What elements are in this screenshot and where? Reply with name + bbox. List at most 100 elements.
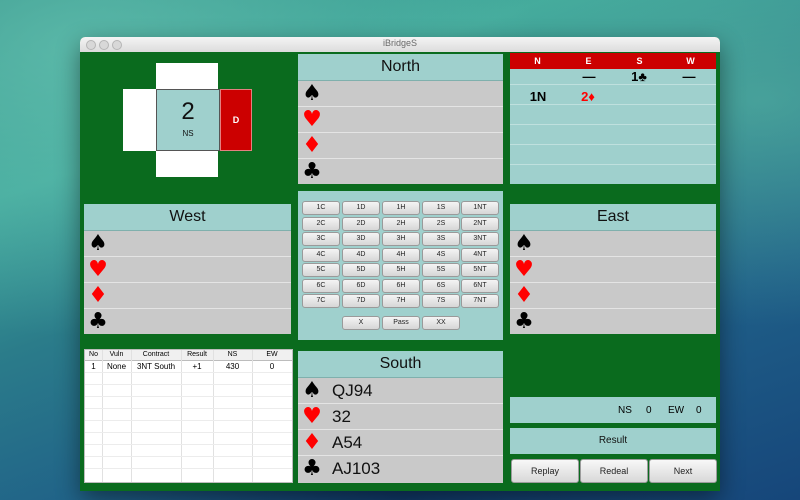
bid-button-1nt[interactable]: 1NT bbox=[461, 201, 499, 215]
heart-icon: ♥ bbox=[302, 107, 322, 132]
bid-button-5d[interactable]: 5D bbox=[342, 263, 380, 277]
board-number: 2 bbox=[181, 98, 195, 125]
bid-button-6nt[interactable]: 6NT bbox=[461, 278, 499, 293]
bid-button-2nt[interactable]: 2NT bbox=[461, 216, 499, 231]
bid-button-3s[interactable]: 3S bbox=[422, 232, 460, 246]
club-icon: ♣ bbox=[514, 309, 534, 334]
bid-button-6h[interactable]: 6H bbox=[382, 278, 420, 293]
score-col-header[interactable]: Result bbox=[181, 351, 213, 358]
club-icon: ♣ bbox=[302, 159, 322, 184]
replay-button[interactable]: Replay bbox=[511, 459, 579, 483]
bid-button-3c[interactable]: 3C bbox=[302, 232, 340, 246]
table-gridline bbox=[85, 456, 292, 457]
bid-button-1c[interactable]: 1C bbox=[302, 201, 340, 215]
bid-button-3h[interactable]: 3H bbox=[382, 232, 420, 246]
ns-score-label: NS bbox=[618, 405, 632, 416]
vulnerability-label: NS bbox=[182, 129, 194, 138]
table-gridline bbox=[85, 408, 292, 409]
heart-icon: ♥ bbox=[88, 257, 108, 282]
score-col-header[interactable]: Vuln bbox=[102, 351, 131, 358]
bid-button-7h[interactable]: 7H bbox=[382, 294, 420, 308]
table-gridline bbox=[85, 396, 292, 397]
bid-button-6d[interactable]: 6D bbox=[342, 278, 380, 293]
bid-button-2s[interactable]: 2S bbox=[422, 216, 460, 231]
bid-button-5s[interactable]: 5S bbox=[422, 263, 460, 277]
redouble-button[interactable]: XX bbox=[422, 316, 460, 330]
double-button[interactable]: X bbox=[342, 316, 380, 330]
bid-button-2d[interactable]: 2D bbox=[342, 216, 380, 231]
auction-bid: — bbox=[582, 69, 596, 84]
bid-button-2h[interactable]: 2H bbox=[382, 216, 420, 231]
bid-button-5c[interactable]: 5C bbox=[302, 263, 340, 277]
south-hearts-cards[interactable]: 32 bbox=[332, 404, 351, 429]
title-bar[interactable]: iBridgeS bbox=[80, 37, 720, 53]
west-seat-marker bbox=[123, 89, 156, 151]
result-label: Result bbox=[510, 428, 716, 454]
table-cell: 0 bbox=[269, 362, 275, 371]
pass-button[interactable]: Pass bbox=[382, 316, 420, 330]
next-button[interactable]: Next bbox=[649, 459, 717, 483]
south-diamonds-cards[interactable]: A54 bbox=[332, 430, 362, 455]
bid-button-7nt[interactable]: 7NT bbox=[461, 294, 499, 308]
bid-button-5nt[interactable]: 5NT bbox=[461, 263, 499, 277]
ew-score-value: 0 bbox=[696, 405, 702, 416]
auction-bid: 1N bbox=[529, 89, 547, 104]
redeal-button[interactable]: Redeal bbox=[580, 459, 648, 483]
north-hand-title: North bbox=[298, 54, 503, 81]
south-clubs-cards[interactable]: AJ103 bbox=[332, 456, 380, 481]
bid-button-4d[interactable]: 4D bbox=[342, 247, 380, 262]
bid-button-7d[interactable]: 7D bbox=[342, 294, 380, 308]
south-diamonds-row: ♦ A54 bbox=[298, 430, 503, 456]
south-hand-title: South bbox=[298, 351, 503, 378]
west-hand-title: West bbox=[84, 204, 291, 231]
running-score: NS 0 EW 0 bbox=[510, 397, 716, 423]
score-col-header[interactable]: NS bbox=[213, 351, 252, 358]
south-hand: South ♠ QJ94 ♥ 32 ♦ A54 ♣ AJ103 bbox=[298, 351, 503, 483]
bid-button-1d[interactable]: 1D bbox=[342, 201, 380, 215]
auction-divider bbox=[510, 104, 716, 105]
board-center: 2 NS bbox=[156, 89, 220, 151]
heart-icon: ♥ bbox=[302, 404, 322, 429]
bid-button-2c[interactable]: 2C bbox=[302, 216, 340, 231]
east-hand-title: East bbox=[510, 204, 716, 231]
north-spades-row: ♠ bbox=[298, 81, 503, 107]
score-col-header[interactable]: Contract bbox=[131, 351, 181, 358]
score-col-header[interactable]: No bbox=[85, 351, 102, 358]
east-clubs-row: ♣ bbox=[510, 309, 716, 334]
table-gridline bbox=[85, 468, 292, 469]
south-hearts-row: ♥ 32 bbox=[298, 404, 503, 430]
bid-button-1s[interactable]: 1S bbox=[422, 201, 460, 215]
bid-button-3nt[interactable]: 3NT bbox=[461, 232, 499, 246]
bid-button-6s[interactable]: 6S bbox=[422, 278, 460, 293]
bid-button-4c[interactable]: 4C bbox=[302, 247, 340, 262]
score-col-header[interactable]: EW bbox=[252, 351, 292, 358]
bid-button-6c[interactable]: 6C bbox=[302, 278, 340, 293]
auction-divider bbox=[510, 164, 716, 165]
bid-button-7c[interactable]: 7C bbox=[302, 294, 340, 308]
south-spades-cards[interactable]: QJ94 bbox=[332, 378, 373, 403]
auction-col-north: N bbox=[534, 56, 541, 66]
auction-divider bbox=[510, 84, 716, 85]
score-table[interactable]: No Vuln Contract Result NS EW 1 None 3NT… bbox=[84, 349, 293, 483]
bid-button-3d[interactable]: 3D bbox=[342, 232, 380, 246]
table-gridline bbox=[85, 432, 292, 433]
table-cell: 1 bbox=[91, 362, 96, 371]
south-clubs-row: ♣ AJ103 bbox=[298, 456, 503, 481]
east-diamonds-row: ♦ bbox=[510, 283, 716, 309]
heart-icon: ♥ bbox=[514, 257, 534, 282]
table-cell: None bbox=[106, 362, 127, 371]
bid-button-4nt[interactable]: 4NT bbox=[461, 247, 499, 262]
south-spades-row: ♠ QJ94 bbox=[298, 378, 503, 404]
auction-divider bbox=[510, 144, 716, 145]
north-hand: North ♠ ♥ ♦ ♣ bbox=[298, 54, 503, 184]
west-clubs-row: ♣ bbox=[84, 309, 291, 334]
bid-button-4h[interactable]: 4H bbox=[382, 247, 420, 262]
bid-button-7s[interactable]: 7S bbox=[422, 294, 460, 308]
window-title: iBridgeS bbox=[382, 38, 418, 48]
bid-button-4s[interactable]: 4S bbox=[422, 247, 460, 262]
north-hearts-row: ♥ bbox=[298, 107, 503, 133]
north-diamonds-row: ♦ bbox=[298, 133, 503, 159]
ew-score-label: EW bbox=[668, 405, 685, 416]
bid-button-5h[interactable]: 5H bbox=[382, 263, 420, 277]
bid-button-1h[interactable]: 1H bbox=[382, 201, 420, 215]
